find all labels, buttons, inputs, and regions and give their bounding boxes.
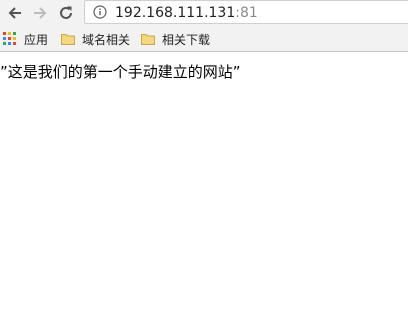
url-port: :81 (235, 5, 258, 21)
url-host: 192.168.111.131 (115, 5, 236, 21)
bookmark-apps[interactable]: 应用 (3, 30, 48, 48)
bookmark-folder-domain[interactable]: 域名相关 (61, 30, 130, 48)
bookmark-folder-downloads[interactable]: 相关下载 (141, 30, 210, 48)
arrow-left-icon (8, 7, 21, 19)
bookmark-label: 相关下载 (162, 32, 211, 47)
browser-toolbar: 192.168.111.131:81 (0, 0, 408, 27)
folder-icon (141, 34, 155, 45)
bookmarks-bar: 应用 域名相关 相关下载 (0, 27, 408, 52)
back-button[interactable] (3, 1, 27, 25)
folder-icon (61, 34, 75, 45)
address-bar[interactable]: 192.168.111.131:81 (84, 0, 408, 24)
reload-icon (60, 6, 72, 19)
bookmark-label: 应用 (24, 32, 49, 47)
page-body-text: ”这是我们的第一个手动建立的网站” (0, 63, 241, 81)
bookmark-label: 域名相关 (82, 32, 131, 47)
arrow-right-icon (34, 7, 47, 19)
apps-grid-icon (3, 32, 17, 46)
forward-button[interactable] (28, 1, 52, 25)
info-icon[interactable] (93, 5, 107, 19)
url-text[interactable]: 192.168.111.131:81 (115, 4, 258, 22)
reload-button[interactable] (54, 1, 78, 25)
